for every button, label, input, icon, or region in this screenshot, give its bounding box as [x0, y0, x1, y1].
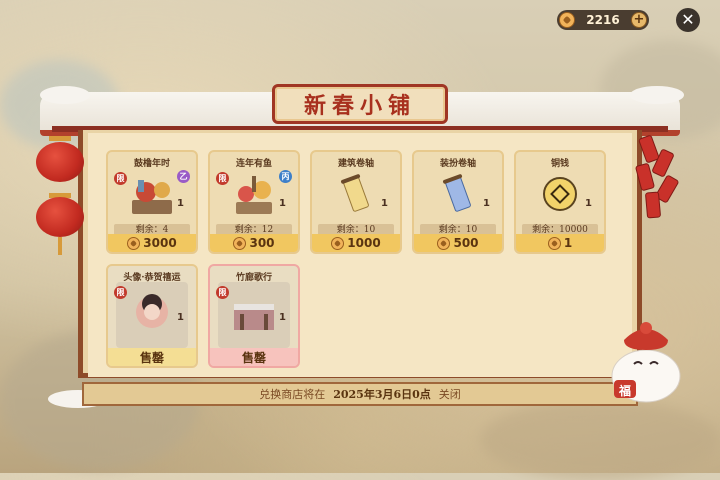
notice-date: 2025年3月6日0点 — [333, 388, 431, 401]
item-quantity: 1 — [279, 198, 286, 209]
item-quantity: 1 — [585, 198, 592, 209]
item-quantity: 1 — [177, 312, 184, 323]
limited-badge: 限 — [216, 286, 229, 299]
shop-item-card[interactable]: 装扮卷轴 1 剩余：10 500 — [412, 150, 504, 254]
item-name: 鼓橹年时 — [133, 159, 170, 169]
buy-button[interactable]: 1 — [516, 234, 604, 252]
buy-button[interactable]: 300 — [210, 234, 298, 252]
limited-badge: 限 — [216, 172, 229, 185]
close-button[interactable]: ✕ — [676, 8, 700, 32]
firecracker-icon — [644, 191, 662, 219]
sold-out-label: 售罄 — [108, 348, 196, 366]
snow-decor — [40, 86, 90, 104]
shop-item-card[interactable]: 铜钱 1 剩余：10000 1 — [514, 150, 606, 254]
item-quantity: 1 — [177, 198, 184, 209]
currency-display: 2216 + — [557, 10, 649, 30]
snow-decor — [630, 86, 684, 104]
dressup-scroll-icon — [443, 174, 471, 212]
shop-item-card[interactable]: 鼓橹年时 限 乙 1 剩余：4 3000 — [106, 150, 198, 254]
grade-badge: 丙 — [279, 170, 292, 183]
shop-title: 新春小铺 — [272, 84, 448, 124]
buy-button[interactable]: 3000 — [108, 234, 196, 252]
shop-close-notice: 兑换商店将在 2025年3月6日0点 关闭 — [82, 382, 638, 406]
item-quantity: 1 — [279, 312, 286, 323]
drum-decoration-icon — [132, 180, 172, 214]
fish-decoration-icon — [236, 176, 272, 214]
item-price: 500 — [453, 236, 479, 250]
building-scroll-icon — [341, 174, 369, 212]
limited-badge: 限 — [114, 286, 127, 299]
lantern-icon — [36, 197, 84, 237]
item-price: 300 — [249, 236, 275, 250]
item-name: 装扮卷轴 — [439, 159, 476, 169]
shop-item-card[interactable]: 连年有鱼 限 丙 1 剩余：12 300 — [208, 150, 300, 254]
add-currency-button[interactable]: + — [631, 12, 647, 28]
item-quantity: 1 — [381, 198, 388, 209]
buy-button[interactable]: 500 — [414, 234, 502, 252]
copper-coin-icon — [543, 177, 577, 211]
coin-icon — [437, 236, 451, 250]
lantern-tassel — [58, 237, 62, 255]
limited-badge: 限 — [114, 172, 127, 185]
currency-amount: 2216 — [586, 13, 620, 27]
item-price: 3000 — [143, 236, 177, 250]
item-name: 连年有鱼 — [235, 159, 272, 169]
avatar-icon — [136, 294, 168, 328]
shop-item-card-sold-out: 竹廊歌行 限 1 售罄 — [208, 264, 300, 368]
item-name: 铜钱 — [550, 159, 569, 169]
coin-icon — [559, 12, 575, 28]
fortune-sign: 福 — [618, 384, 631, 398]
notice-prefix: 兑换商店将在 — [259, 388, 326, 401]
notice-suffix: 关闭 — [438, 388, 461, 401]
coin-icon — [233, 236, 247, 250]
bamboo-gallery-icon — [234, 304, 274, 330]
sold-out-label: 售罄 — [210, 348, 298, 366]
item-price: 1 — [563, 236, 573, 250]
shop-item-card[interactable]: 建筑卷轴 1 剩余：10 1000 — [310, 150, 402, 254]
grade-badge: 乙 — [177, 170, 190, 183]
item-name: 建筑卷轴 — [337, 159, 374, 169]
lantern-icon — [36, 142, 84, 182]
background-blur — [480, 400, 720, 480]
lantern-cap — [49, 136, 71, 141]
coin-icon — [127, 236, 141, 250]
item-price: 1000 — [347, 236, 381, 250]
shop-item-card-sold-out: 头像·恭贺禧运 限 1 售罄 — [106, 264, 198, 368]
coin-icon — [547, 236, 561, 250]
item-quantity: 1 — [483, 198, 490, 209]
buy-button[interactable]: 1000 — [312, 234, 400, 252]
coin-icon — [331, 236, 345, 250]
